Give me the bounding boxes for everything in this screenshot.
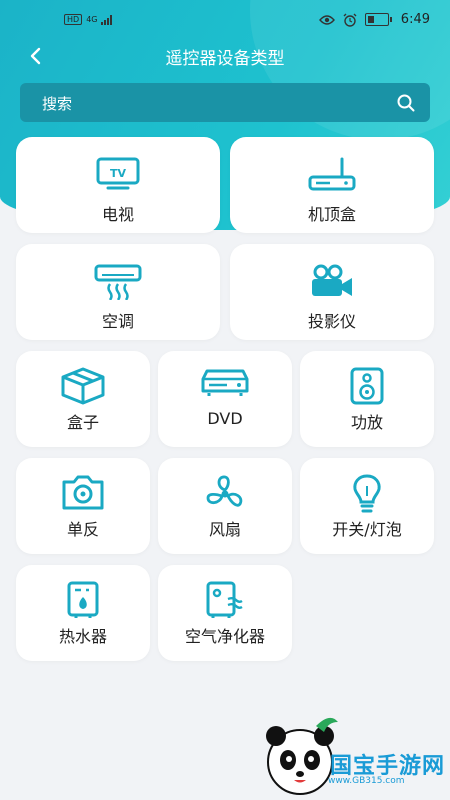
page-title: 遥控器设备类型	[165, 49, 285, 69]
device-card-air-conditioner[interactable]: 空调	[16, 244, 220, 340]
light-bulb-icon	[353, 474, 381, 513]
battery-icon	[364, 13, 392, 26]
clock: 6:49	[400, 12, 430, 27]
device-card-dslr[interactable]: 单反	[16, 458, 150, 554]
svg-text:TV: TV	[110, 167, 127, 180]
device-label: 电视	[101, 205, 134, 224]
tv-icon: TV	[96, 157, 140, 190]
device-label: 热水器	[58, 627, 107, 646]
device-label: 单反	[66, 520, 99, 539]
signal-icon	[101, 14, 113, 25]
device-card-amplifier[interactable]: 功放	[300, 351, 434, 447]
device-label: 风扇	[208, 520, 241, 539]
search-input[interactable]: 搜索	[20, 83, 430, 122]
hd-indicator: HD	[64, 14, 83, 25]
speaker-icon	[350, 367, 384, 405]
device-label: 空气净化器	[184, 627, 265, 646]
device-card-projector[interactable]: 投影仪	[230, 244, 434, 340]
back-button[interactable]	[22, 42, 50, 70]
watermark-url: www.GB315.com	[328, 776, 405, 786]
chevron-left-icon	[30, 47, 41, 65]
device-label: 功放	[350, 413, 383, 432]
dvd-player-icon	[201, 369, 249, 396]
device-card-set-top-box[interactable]: 机顶盒	[230, 137, 434, 233]
device-label: 投影仪	[307, 312, 356, 331]
device-card-tv[interactable]: TV 电视	[16, 137, 220, 233]
device-card-water-heater[interactable]: 热水器	[16, 565, 150, 661]
camera-icon	[62, 475, 104, 510]
projector-icon	[312, 264, 352, 296]
network-type: 4G	[86, 15, 98, 24]
title-bar: 遥控器设备类型	[0, 40, 450, 72]
search-icon[interactable]	[396, 93, 416, 113]
search-placeholder: 搜索	[42, 95, 73, 113]
device-label: 盒子	[66, 413, 99, 432]
device-label: 开关/灯泡	[332, 520, 402, 539]
device-label: 机顶盒	[307, 205, 356, 224]
device-card-air-purifier[interactable]: 空气净化器	[158, 565, 292, 661]
water-heater-icon	[67, 581, 99, 618]
device-card-box[interactable]: 盒子	[16, 351, 150, 447]
device-card-dvd[interactable]: DVD	[158, 351, 292, 447]
alarm-icon	[343, 13, 357, 27]
device-card-switch-bulb[interactable]: 开关/灯泡	[300, 458, 434, 554]
device-label: DVD	[207, 409, 243, 428]
fan-icon	[206, 475, 243, 507]
status-bar: HD 4G 6:49	[0, 0, 450, 40]
device-card-fan[interactable]: 风扇	[158, 458, 292, 554]
air-purifier-icon	[206, 581, 243, 618]
device-label: 空调	[101, 312, 134, 331]
eye-icon	[318, 14, 335, 25]
air-conditioner-icon	[94, 264, 142, 300]
router-icon	[308, 157, 356, 191]
box-icon	[61, 367, 105, 405]
